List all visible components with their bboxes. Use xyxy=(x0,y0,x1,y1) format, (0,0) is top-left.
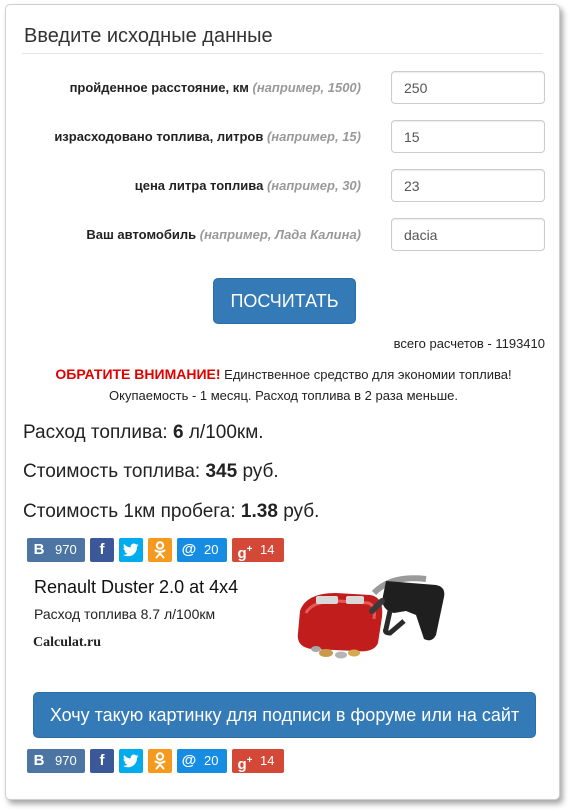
get-signature-image-button[interactable]: Хочу такую картинку для подписи в форуме… xyxy=(33,692,536,738)
total-calculations: всего расчетов - 1193410 xyxy=(393,336,545,351)
fuel-used-label: израсходовано топлива, литров (например,… xyxy=(54,129,361,144)
distance-label: пройденное расстояние, км (например, 150… xyxy=(69,80,361,95)
distance-input[interactable] xyxy=(391,71,545,104)
title-divider xyxy=(22,53,543,54)
signature-card: Renault Duster 2.0 at 4x4 Расход топлива… xyxy=(28,569,498,669)
googleplus-icon: g+ xyxy=(237,755,253,773)
fuel-used-input[interactable] xyxy=(391,120,545,153)
vk-share-button-bottom[interactable]: В 970 xyxy=(27,749,85,773)
car-label: Ваш автомобиль (например, Лада Калина) xyxy=(86,227,361,242)
fuel-price-input[interactable] xyxy=(391,169,545,202)
odnoklassniki-share-button[interactable] xyxy=(148,538,172,562)
vk-icon: В xyxy=(33,752,45,769)
twitter-icon xyxy=(119,749,143,773)
twitter-share-button-bottom[interactable] xyxy=(119,749,143,773)
consumption-value: 6 xyxy=(172,422,184,443)
mailru-share-button-bottom[interactable]: @20 xyxy=(177,749,227,773)
wallet-fuel-nozzle-image xyxy=(297,575,445,659)
calculate-button[interactable]: ПОСЧИТАТЬ xyxy=(213,278,356,324)
result-fuel-cost: Стоимость топлива: 345 руб. xyxy=(23,461,279,482)
mailru-share-button[interactable]: @20 xyxy=(177,538,227,562)
distance-row: пройденное расстояние, км (например, 150… xyxy=(6,71,561,105)
notice-warning: ОБРАТИТЕ ВНИМАНИЕ! xyxy=(55,366,221,382)
notice-text: Единственное средство для экономии топли… xyxy=(224,367,512,382)
vk-share-button[interactable]: В 970 xyxy=(27,538,85,562)
result-km-cost: Стоимость 1км пробега: 1.38 руб. xyxy=(23,501,320,522)
fuel-cost-value: 345 xyxy=(205,461,238,482)
car-row: Ваш автомобиль (например, Лада Калина) xyxy=(6,218,561,252)
km-cost-value: 1.38 xyxy=(240,501,278,522)
form-title: Введите исходные данные xyxy=(24,25,273,47)
odnoklassniki-icon xyxy=(148,749,172,773)
result-consumption: Расход топлива: 6 л/100км. xyxy=(23,422,264,443)
fuel-price-row: цена литра топлива (например, 30) xyxy=(6,169,561,203)
notice-line-1: ОБРАТИТЕ ВНИМАНИЕ! Единственное средство… xyxy=(6,366,561,382)
vk-icon: В xyxy=(33,541,45,558)
odnoklassniki-share-button-bottom[interactable] xyxy=(148,749,172,773)
facebook-share-button-bottom[interactable]: f xyxy=(90,749,114,773)
googleplus-share-button[interactable]: g+ 14 xyxy=(232,538,284,562)
card-site-name: Calculat.ru xyxy=(33,635,102,650)
facebook-icon: f xyxy=(99,541,105,558)
notice-line-2: Окупаемость - 1 месяц. Расход топлива в … xyxy=(109,388,458,403)
mailru-icon: @ xyxy=(181,541,197,558)
card-consumption: Расход топлива 8.7 л/100км xyxy=(34,606,216,622)
odnoklassniki-icon xyxy=(148,538,172,562)
card-car-name: Renault Duster 2.0 at 4x4 xyxy=(34,577,239,597)
googleplus-icon: g+ xyxy=(237,544,253,562)
calculator-panel: Введите исходные данные пройденное расст… xyxy=(5,4,560,800)
fuel-used-row: израсходовано топлива, литров (например,… xyxy=(6,120,561,154)
car-input[interactable] xyxy=(391,218,545,251)
mailru-icon: @ xyxy=(181,752,197,769)
twitter-share-button[interactable] xyxy=(119,538,143,562)
fuel-price-label: цена литра топлива (например, 30) xyxy=(134,178,361,193)
twitter-icon xyxy=(119,538,143,562)
facebook-icon: f xyxy=(99,752,105,769)
googleplus-share-button-bottom[interactable]: g+ 14 xyxy=(232,749,284,773)
facebook-share-button[interactable]: f xyxy=(90,538,114,562)
